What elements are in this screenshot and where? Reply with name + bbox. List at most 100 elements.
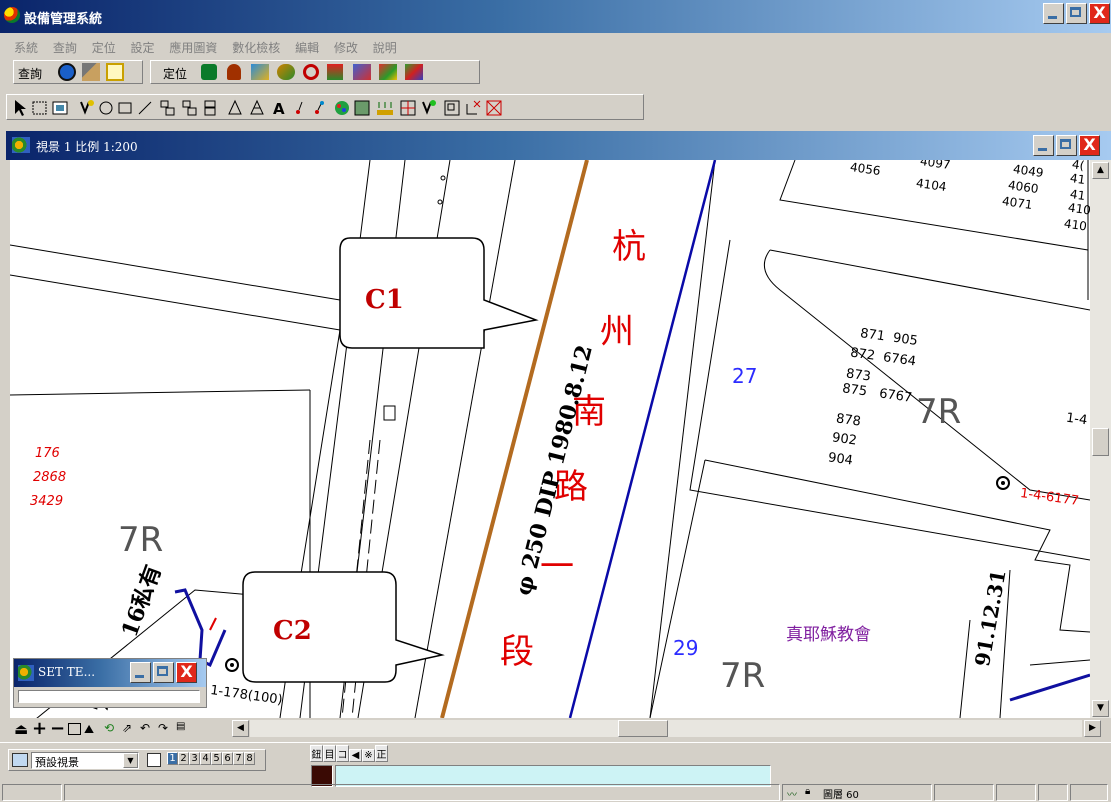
zoom-out-icon[interactable]: −: [50, 718, 65, 739]
settext-title-bar[interactable]: SET TE... X: [14, 659, 206, 687]
settext-minimize-button[interactable]: [130, 662, 151, 683]
settext-maximize-button[interactable]: [153, 662, 174, 683]
scroll-up-button[interactable]: ▲: [1092, 162, 1109, 179]
layer-tool-1-icon[interactable]: [228, 99, 242, 115]
mini-tool-button[interactable]: 鈕: [310, 745, 323, 762]
color-palette-icon[interactable]: [335, 101, 349, 115]
view-close-button[interactable]: X: [1079, 135, 1100, 156]
red-number: 3429: [30, 494, 64, 509]
menu-query[interactable]: 查詢: [53, 41, 77, 55]
pan-icon[interactable]: ⇗: [122, 721, 132, 735]
grid-tool-icon[interactable]: [400, 100, 416, 116]
undo-icon[interactable]: ↶: [140, 721, 150, 735]
view-number-button[interactable]: 8: [244, 752, 255, 765]
locate-tool-9-icon[interactable]: [405, 64, 423, 80]
mini-tool-button[interactable]: ※: [362, 749, 375, 762]
map-canvas[interactable]: C1 C2 杭 州 南 路 一 段 φ 250 DIP 1980.8.12 7R…: [10, 160, 1090, 718]
locate-tool-8-icon[interactable]: [379, 64, 397, 80]
settext-title: SET TE...: [38, 665, 96, 679]
settext-window-icon: [18, 665, 34, 681]
locate-label[interactable]: 定位: [163, 65, 187, 82]
view-number-button[interactable]: 5: [211, 752, 222, 765]
info-icon[interactable]: [58, 63, 76, 81]
menu-icon[interactable]: ▤: [176, 721, 185, 732]
menu-locate[interactable]: 定位: [92, 41, 116, 55]
vertical-scrollbar[interactable]: ▲ ▼: [1090, 160, 1111, 718]
menu-help[interactable]: 說明: [373, 41, 397, 55]
parcel-number: 1-4: [1065, 410, 1089, 429]
frame-tool-icon[interactable]: [444, 100, 460, 116]
scroll-thumb-horizontal[interactable]: [618, 720, 668, 737]
text-style-1-icon[interactable]: [296, 101, 303, 114]
node-query-icon[interactable]: [422, 100, 436, 115]
view-number-button[interactable]: 6: [222, 752, 233, 765]
text-tool-icon[interactable]: A: [273, 100, 285, 118]
locate-tool-2-icon[interactable]: [227, 64, 241, 80]
app-minimize-button[interactable]: [1043, 3, 1064, 24]
view-number-button[interactable]: 4: [200, 752, 211, 765]
view-number-button[interactable]: 3: [189, 752, 200, 765]
horizontal-scrollbar[interactable]: [250, 720, 1082, 737]
locate-tool-1-icon[interactable]: [201, 64, 217, 80]
text-style-2-icon[interactable]: [315, 101, 324, 114]
fill-pattern-icon[interactable]: [354, 100, 370, 116]
mini-tool-button[interactable]: ◀: [349, 749, 362, 762]
view-number-button[interactable]: 2: [178, 752, 189, 765]
delete-object-icon[interactable]: [486, 100, 502, 116]
menu-settings[interactable]: 設定: [131, 41, 155, 55]
view-minimize-button[interactable]: [1033, 135, 1054, 156]
delete-vertex-icon[interactable]: [466, 100, 481, 115]
view-number-button[interactable]: 7: [233, 752, 244, 765]
measure-tool-icon[interactable]: [377, 102, 393, 115]
locate-tool-4-icon[interactable]: [277, 64, 295, 80]
app-close-button[interactable]: X: [1089, 3, 1110, 24]
app-maximize-button[interactable]: [1066, 3, 1087, 24]
view-maximize-button[interactable]: [1056, 135, 1077, 156]
select-box-icon[interactable]: [106, 63, 124, 81]
circle-icon[interactable]: [99, 101, 113, 115]
point-query-icon[interactable]: [80, 100, 94, 115]
menu-app-maps[interactable]: 應用圖資: [169, 41, 217, 55]
view-select[interactable]: 預設視景 ▼: [31, 752, 139, 769]
mini-tool-button[interactable]: 正: [375, 745, 388, 762]
region-select-icon[interactable]: [52, 101, 68, 115]
pointer-icon[interactable]: [15, 100, 26, 116]
rotate-icon[interactable]: ⟲: [104, 721, 114, 735]
settext-input[interactable]: [18, 690, 200, 703]
zoom-in-icon[interactable]: +: [32, 718, 47, 739]
menu-system[interactable]: 系統: [14, 41, 38, 55]
mini-tool-button[interactable]: 目: [323, 745, 336, 762]
layer-tool-2-icon[interactable]: [250, 99, 264, 115]
settext-window[interactable]: SET TE... X: [13, 658, 207, 708]
menu-edit[interactable]: 編輯: [295, 41, 319, 55]
layout-tool-3-icon[interactable]: [204, 100, 216, 116]
menu-modify[interactable]: 修改: [334, 41, 358, 55]
rectangle-icon[interactable]: [118, 102, 132, 114]
scroll-right-button[interactable]: ▶: [1084, 720, 1101, 737]
toolbar-draw: A: [0, 91, 1111, 123]
layout-tool-2-icon[interactable]: [182, 100, 197, 116]
locate-tool-5-icon[interactable]: [303, 64, 319, 80]
scroll-down-button[interactable]: ▼: [1092, 700, 1109, 717]
mini-tool-button[interactable]: コ: [336, 745, 349, 762]
rect-select-icon[interactable]: [32, 101, 47, 115]
locate-tool-7-icon[interactable]: [353, 64, 371, 80]
redo-icon[interactable]: ↷: [158, 721, 168, 735]
locate-tool-3-icon[interactable]: [251, 64, 269, 80]
scroll-thumb-vertical[interactable]: [1092, 428, 1109, 456]
window-icon[interactable]: [68, 723, 81, 735]
up-arrow-icon[interactable]: ⏏: [14, 720, 28, 738]
query-label[interactable]: 查詢: [18, 65, 42, 82]
scroll-left-button[interactable]: ◀: [232, 720, 249, 737]
chevron-down-icon[interactable]: ▼: [123, 753, 138, 768]
menu-digitize-check[interactable]: 數化檢核: [232, 41, 280, 55]
find-icon[interactable]: [82, 63, 100, 81]
cascade-icon[interactable]: [147, 753, 161, 767]
terrain-icon[interactable]: ⛰: [84, 722, 94, 737]
locate-tool-6-icon[interactable]: [327, 64, 343, 80]
view-number-button[interactable]: 1: [167, 752, 178, 765]
settext-close-button[interactable]: X: [176, 662, 197, 683]
layout-tool-1-icon[interactable]: [160, 100, 175, 116]
bottom-toolbar: 預設視景 ▼ 12345678 鈕目コ ◀ ※ 正 〰 🔒︎ 圖層 60: [0, 742, 1111, 802]
line-icon[interactable]: [138, 101, 152, 115]
